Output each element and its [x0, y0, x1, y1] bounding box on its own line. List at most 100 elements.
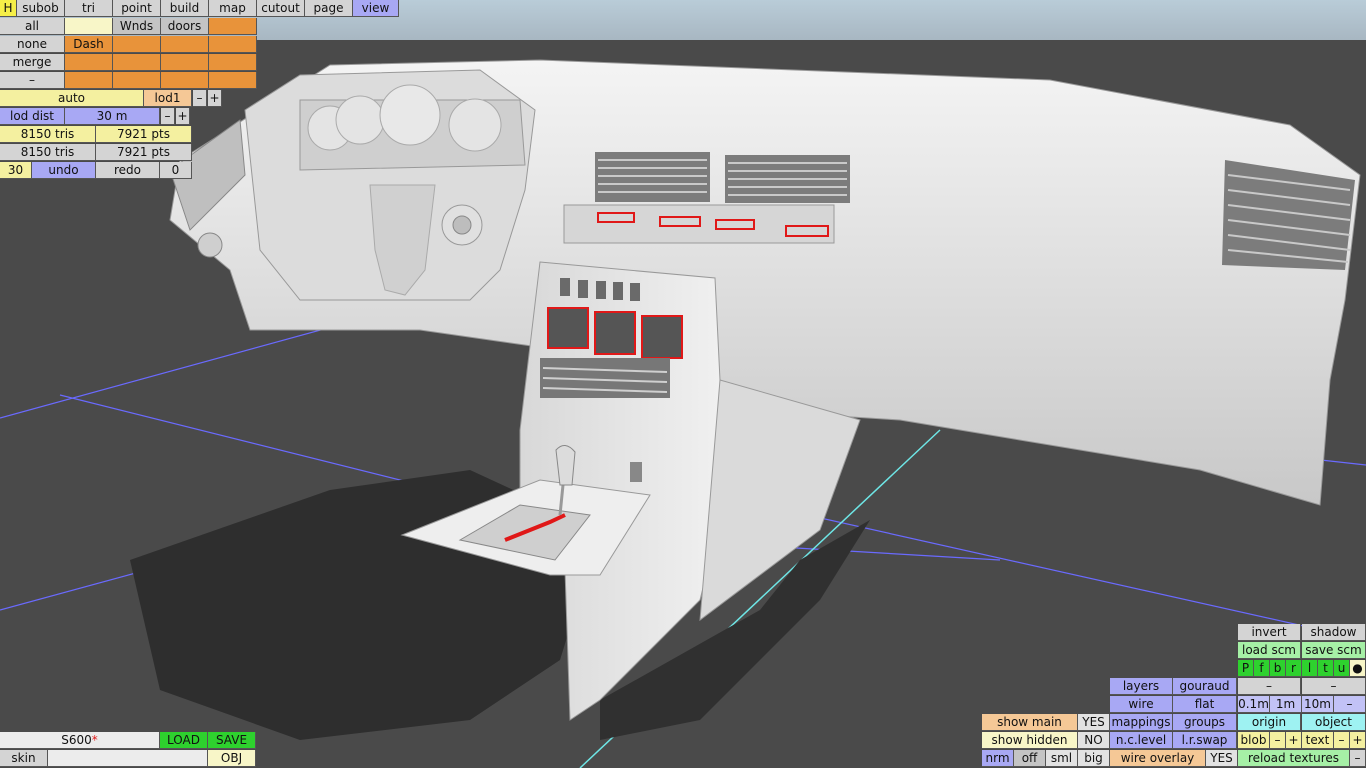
- pts-count-total: 7921 pts: [96, 144, 192, 161]
- dash-button-1[interactable]: –: [1238, 678, 1301, 695]
- lod-dist-label: lod dist: [0, 108, 65, 125]
- tab-tri[interactable]: tri: [65, 0, 113, 17]
- subobj-cell[interactable]: [113, 54, 161, 71]
- tab-build[interactable]: build: [161, 0, 209, 17]
- flag-t[interactable]: t: [1318, 660, 1334, 677]
- big-button[interactable]: big: [1078, 750, 1110, 767]
- object-button[interactable]: object: [1302, 714, 1366, 731]
- tab-page[interactable]: page: [305, 0, 353, 17]
- lod-level-increase-button[interactable]: +: [208, 90, 222, 107]
- tab-view[interactable]: view: [353, 0, 399, 17]
- nrm-button[interactable]: nrm: [982, 750, 1014, 767]
- wire-overlay-value[interactable]: YES: [1206, 750, 1238, 767]
- flag-f[interactable]: f: [1254, 660, 1270, 677]
- merge-button[interactable]: merge: [0, 54, 65, 71]
- sml-button[interactable]: sml: [1046, 750, 1078, 767]
- tab-point[interactable]: point: [113, 0, 161, 17]
- mappings-button[interactable]: mappings: [1110, 714, 1173, 731]
- remove-button[interactable]: –: [0, 72, 65, 89]
- redo-count: 0: [160, 162, 192, 179]
- filename-field[interactable]: S600*: [0, 732, 160, 749]
- flag-dot[interactable]: ●: [1350, 660, 1366, 677]
- h-toggle-button[interactable]: H: [0, 0, 17, 17]
- lod-auto-button[interactable]: auto: [0, 90, 144, 107]
- scale-10m[interactable]: 10m: [1302, 696, 1334, 713]
- invert-button[interactable]: invert: [1238, 624, 1301, 641]
- flat-button[interactable]: flat: [1173, 696, 1237, 713]
- subobj-cell[interactable]: [161, 36, 209, 53]
- tab-subob[interactable]: subob: [17, 0, 65, 17]
- redo-button[interactable]: redo: [96, 162, 160, 179]
- text-increase-button[interactable]: +: [1350, 732, 1366, 749]
- subobj-wnds[interactable]: Wnds: [113, 18, 161, 35]
- subobj-cell[interactable]: [209, 54, 257, 71]
- subobj-cell[interactable]: [113, 72, 161, 89]
- lod-level[interactable]: lod1: [144, 90, 192, 107]
- save-button[interactable]: SAVE: [208, 732, 256, 749]
- scale-0.1m[interactable]: 0.1m: [1238, 696, 1270, 713]
- filename-text: S600: [61, 733, 92, 747]
- flag-l[interactable]: l: [1302, 660, 1318, 677]
- pts-count: 7921 pts: [96, 126, 192, 143]
- show-main-button[interactable]: show main: [982, 714, 1078, 731]
- gouraud-button[interactable]: gouraud: [1173, 678, 1237, 695]
- blob-button[interactable]: blob: [1238, 732, 1270, 749]
- text-button[interactable]: text: [1302, 732, 1334, 749]
- subobj-cell[interactable]: [209, 72, 257, 89]
- subobj-cell[interactable]: [209, 36, 257, 53]
- text-decrease-button[interactable]: –: [1334, 732, 1350, 749]
- flag-p[interactable]: P: [1238, 660, 1254, 677]
- select-all-button[interactable]: all: [0, 18, 65, 35]
- 3d-viewport[interactable]: [0, 0, 1366, 768]
- undo-count: 30: [0, 162, 32, 179]
- origin-button[interactable]: origin: [1238, 714, 1301, 731]
- skin-button[interactable]: skin: [0, 750, 48, 767]
- lod-dist-increase-button[interactable]: +: [176, 108, 190, 125]
- flag-b[interactable]: b: [1270, 660, 1286, 677]
- show-hidden-value[interactable]: NO: [1078, 732, 1110, 749]
- subobj-cell[interactable]: [209, 18, 257, 35]
- tris-count: 8150 tris: [0, 126, 96, 143]
- blob-increase-button[interactable]: +: [1286, 732, 1302, 749]
- flag-u[interactable]: u: [1334, 660, 1350, 677]
- subobj-cell[interactable]: [113, 36, 161, 53]
- tab-map[interactable]: map: [209, 0, 257, 17]
- subobj-dash[interactable]: Dash: [65, 36, 113, 53]
- subobj-doors[interactable]: doors: [161, 18, 209, 35]
- save-scm-button[interactable]: save scm: [1302, 642, 1366, 659]
- wire-button[interactable]: wire: [1110, 696, 1173, 713]
- groups-button[interactable]: groups: [1173, 714, 1237, 731]
- blob-decrease-button[interactable]: –: [1270, 732, 1286, 749]
- subobj-cell[interactable]: [161, 72, 209, 89]
- reload-textures-button[interactable]: reload textures: [1238, 750, 1350, 767]
- lod-dist-decrease-button[interactable]: –: [161, 108, 175, 125]
- subobj-cell[interactable]: [65, 54, 113, 71]
- tris-count-total: 8150 tris: [0, 144, 96, 161]
- show-main-value[interactable]: YES: [1078, 714, 1110, 731]
- select-none-button[interactable]: none: [0, 36, 65, 53]
- wire-overlay-button[interactable]: wire overlay: [1110, 750, 1206, 767]
- load-button[interactable]: LOAD: [160, 732, 208, 749]
- shadow-button[interactable]: shadow: [1302, 624, 1366, 641]
- layers-button[interactable]: layers: [1110, 678, 1173, 695]
- show-hidden-button[interactable]: show hidden: [982, 732, 1078, 749]
- subobj-cell-empty[interactable]: [65, 18, 113, 35]
- subobj-cell[interactable]: [65, 72, 113, 89]
- tab-cutout[interactable]: cutout: [257, 0, 305, 17]
- load-scm-button[interactable]: load scm: [1238, 642, 1301, 659]
- nc-level-button[interactable]: n.c.level: [1110, 732, 1173, 749]
- lod-dist-value[interactable]: 30 m: [65, 108, 160, 125]
- skin-field[interactable]: [48, 750, 208, 767]
- off-button[interactable]: off: [1014, 750, 1046, 767]
- lr-swap-button[interactable]: l.r.swap: [1173, 732, 1237, 749]
- flag-r[interactable]: r: [1286, 660, 1302, 677]
- undo-button[interactable]: undo: [32, 162, 96, 179]
- scale-1m[interactable]: 1m: [1270, 696, 1302, 713]
- obj-button[interactable]: OBJ: [208, 750, 256, 767]
- modified-indicator: *: [91, 733, 98, 747]
- reload-textures-minus-button[interactable]: –: [1350, 750, 1366, 767]
- scale-minus[interactable]: –: [1334, 696, 1366, 713]
- subobj-cell[interactable]: [161, 54, 209, 71]
- dash-button-2[interactable]: –: [1302, 678, 1366, 695]
- lod-level-decrease-button[interactable]: –: [193, 90, 207, 107]
